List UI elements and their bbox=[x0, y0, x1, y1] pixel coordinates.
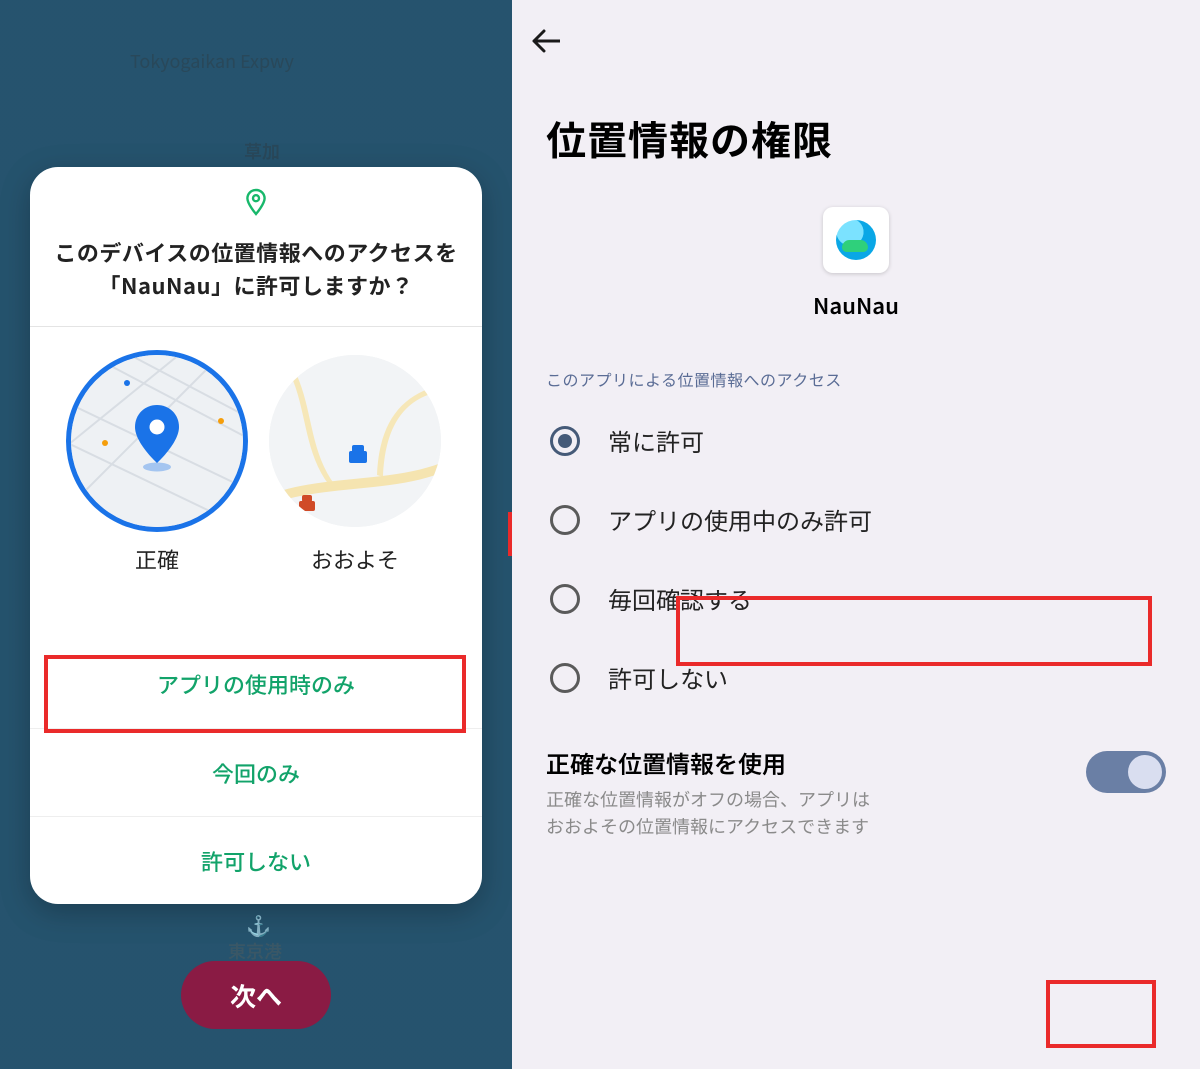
option-deny[interactable]: 許可しない bbox=[528, 638, 1184, 717]
back-icon[interactable] bbox=[532, 24, 560, 61]
option-label: 常に許可 bbox=[608, 423, 704, 458]
radio-icon bbox=[550, 426, 580, 456]
radio-icon bbox=[550, 505, 580, 535]
app-name: NauNau bbox=[813, 289, 899, 321]
location-pin-icon bbox=[54, 187, 458, 224]
action-while-using[interactable]: アプリの使用時のみ bbox=[30, 640, 482, 728]
precise-map-icon bbox=[71, 355, 243, 527]
action-deny[interactable]: 許可しない bbox=[30, 816, 482, 904]
precise-desc: 正確な位置情報がオフの場合、アプリはおおよその位置情報にアクセスできます bbox=[546, 786, 876, 840]
page-title: 位置情報の権限 bbox=[512, 85, 1200, 197]
choice-approx[interactable]: おおよそ bbox=[269, 355, 441, 575]
dialog-header: このデバイスの位置情報へのアクセスを「NauNau」に許可しますか？ bbox=[30, 167, 482, 327]
left-screen: Tokyogaikan Expwy 草加 このデバイスの位置情報へのアクセスを「… bbox=[0, 0, 512, 1069]
option-always[interactable]: 常に許可 bbox=[528, 401, 1184, 480]
approx-label: おおよそ bbox=[311, 543, 399, 575]
approx-map-icon bbox=[269, 355, 441, 527]
action-only-this-time[interactable]: 今回のみ bbox=[30, 728, 482, 816]
next-button[interactable]: 次へ bbox=[181, 961, 331, 1029]
option-label: アプリの使用中のみ許可 bbox=[608, 502, 872, 537]
choice-precise[interactable]: 正確 bbox=[71, 355, 243, 575]
accuracy-choices: 正確 おおよそ bbox=[30, 327, 482, 593]
dialog-title: このデバイスの位置情報へのアクセスを「NauNau」に許可しますか？ bbox=[54, 236, 458, 302]
precise-title: 正確な位置情報を使用 bbox=[546, 745, 1070, 780]
anchor-icon: ⚓ bbox=[246, 910, 271, 939]
section-label: このアプリによる位置情報へのアクセス bbox=[512, 367, 1200, 401]
permission-dialog: このデバイスの位置情報へのアクセスを「NauNau」に許可しますか？ bbox=[30, 167, 482, 904]
dialog-actions: アプリの使用時のみ 今回のみ 許可しない bbox=[30, 640, 482, 904]
right-screen: 位置情報の権限 NauNau このアプリによる位置情報へのアクセス 常に許可 ア… bbox=[512, 0, 1200, 1069]
map-label-expwy: Tokyogaikan Expwy bbox=[130, 48, 294, 74]
globe-icon bbox=[836, 220, 876, 260]
option-label: 毎回確認する bbox=[608, 581, 752, 616]
option-label: 許可しない bbox=[608, 660, 728, 695]
option-ask-every-time[interactable]: 毎回確認する bbox=[528, 559, 1184, 638]
precise-label: 正確 bbox=[135, 543, 179, 575]
precise-location-row: 正確な位置情報を使用 正確な位置情報がオフの場合、アプリはおおよその位置情報にア… bbox=[512, 717, 1200, 852]
option-while-using[interactable]: アプリの使用中のみ許可 bbox=[528, 480, 1184, 559]
app-icon bbox=[823, 207, 889, 273]
map-label-soka: 草加 bbox=[244, 138, 280, 164]
topbar bbox=[512, 0, 1200, 85]
radio-icon bbox=[550, 663, 580, 693]
radio-list: 常に許可 アプリの使用中のみ許可 毎回確認する 許可しない bbox=[512, 401, 1200, 717]
app-block: NauNau bbox=[512, 197, 1200, 367]
radio-icon bbox=[550, 584, 580, 614]
precise-toggle[interactable] bbox=[1086, 751, 1166, 793]
